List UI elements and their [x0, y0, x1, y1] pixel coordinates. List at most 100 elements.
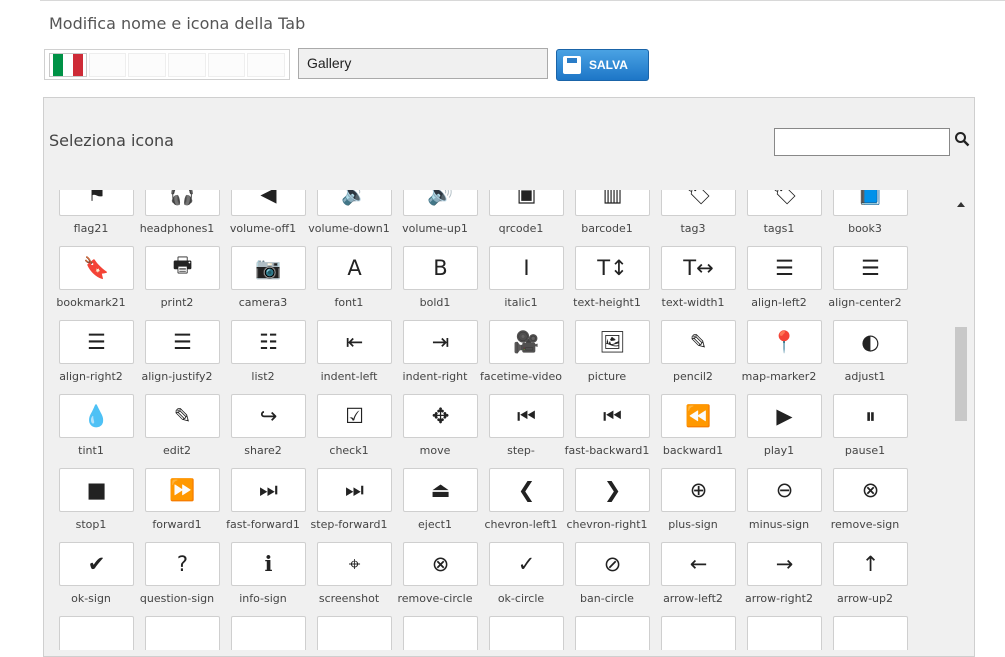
icon-option-partial[interactable]	[833, 616, 908, 650]
tint1-icon[interactable]: 💧	[59, 394, 134, 438]
icon-option-partial[interactable]	[145, 616, 220, 650]
language-slot[interactable]	[207, 53, 246, 77]
chevron-left1-icon[interactable]: ❮	[489, 468, 564, 512]
icon-option[interactable]: ⊘ ban-circle	[560, 542, 650, 616]
icon-option[interactable]: ☑ check1	[302, 394, 392, 468]
align-right2-icon[interactable]: ☰	[59, 320, 134, 364]
arrow-up2-icon[interactable]: ↑	[833, 542, 908, 586]
minus-sign-icon[interactable]: ⊖	[747, 468, 822, 512]
forward1-icon[interactable]: ⏩	[145, 468, 220, 512]
text-height1-icon[interactable]: T↕	[575, 246, 650, 290]
icon-option[interactable]: ⚑ flag21	[44, 190, 134, 246]
plus-sign-icon[interactable]: ⊕	[661, 468, 736, 512]
scroll-up-arrow-icon[interactable]	[957, 202, 965, 207]
icon-option-partial[interactable]	[59, 616, 134, 650]
icon-option[interactable]: ▶ play1	[732, 394, 822, 468]
align-center2-icon[interactable]: ☰	[833, 246, 908, 290]
icon-option[interactable]: ⏪ backward1	[646, 394, 736, 468]
fast-backward1-icon[interactable]: ⏮	[575, 394, 650, 438]
language-slot[interactable]	[128, 53, 167, 77]
icon-option[interactable]: ✓ ok-circle	[474, 542, 564, 616]
icon-option[interactable]: ■ stop1	[44, 468, 134, 542]
share2-icon[interactable]: ↪	[231, 394, 306, 438]
icon-option[interactable]: Bbold1	[388, 246, 478, 320]
info-sign-icon[interactable]: ℹ	[231, 542, 306, 586]
scrollbar-thumb[interactable]	[955, 327, 967, 421]
flag21-icon[interactable]: ⚑	[59, 190, 134, 216]
volume-down1-icon[interactable]: 🔉	[317, 190, 392, 216]
icon-option[interactable]: ◀ volume-off1	[216, 190, 306, 246]
icon-option[interactable]: ⏩ forward1	[130, 468, 220, 542]
bookmark21-icon[interactable]: 🔖	[59, 246, 134, 290]
indent-left-icon[interactable]: ⇤	[317, 320, 392, 364]
stop1-icon[interactable]: ■	[59, 468, 134, 512]
icon-option[interactable]: ✎ edit2	[130, 394, 220, 468]
icon-option[interactable]: ⌖ screenshot	[302, 542, 392, 616]
icon-option[interactable]: ◐ adjust1	[818, 320, 908, 394]
ok-sign-icon[interactable]: ✔	[59, 542, 134, 586]
language-it[interactable]	[49, 53, 87, 77]
arrow-left2-icon[interactable]: ←	[661, 542, 736, 586]
screenshot-icon[interactable]: ⌖	[317, 542, 392, 586]
icon-option[interactable]: ? question-sign	[130, 542, 220, 616]
icon-option-partial[interactable]	[317, 616, 392, 650]
icon-option[interactable]: ✥ move	[388, 394, 478, 468]
chevron-right1-icon[interactable]: ❯	[575, 468, 650, 512]
icon-option[interactable]: ⏸ pause1	[818, 394, 908, 468]
icon-option[interactable]: ↑ arrow-up2	[818, 542, 908, 616]
icon-option[interactable]: ↪ share2	[216, 394, 306, 468]
icon-option[interactable]: 🖼 picture	[560, 320, 650, 394]
question-sign-icon[interactable]: ?	[145, 542, 220, 586]
print2-icon[interactable]: 🖶	[145, 246, 220, 290]
search-icon[interactable]	[954, 131, 970, 151]
icon-option[interactable]: ⇤ indent-left	[302, 320, 392, 394]
icon-option[interactable]: ⏏ eject1	[388, 468, 478, 542]
tab-name-input[interactable]: Gallery	[298, 48, 548, 79]
ban-circle-icon[interactable]: ⊘	[575, 542, 650, 586]
icon-option[interactable]: 📘 book3	[818, 190, 908, 246]
icon-option[interactable]: 🎥 facetime-video	[474, 320, 564, 394]
tag3-icon[interactable]: 🏷	[661, 190, 736, 216]
text-width1-icon[interactable]: T↔	[661, 246, 736, 290]
icon-option[interactable]: 🔉 volume-down1	[302, 190, 392, 246]
tags1-icon[interactable]: 🏷	[747, 190, 822, 216]
icon-option[interactable]: ▣ qrcode1	[474, 190, 564, 246]
pause1-icon[interactable]: ⏸	[833, 394, 908, 438]
font1-icon[interactable]: A	[317, 246, 392, 290]
icon-search-input[interactable]	[774, 128, 950, 156]
picture-icon[interactable]: 🖼	[575, 320, 650, 364]
edit2-icon[interactable]: ✎	[145, 394, 220, 438]
icon-option[interactable]: ☰ align-center2	[818, 246, 908, 320]
remove-circle-icon[interactable]: ⊗	[403, 542, 478, 586]
adjust1-icon[interactable]: ◐	[833, 320, 908, 364]
backward1-icon[interactable]: ⏪	[661, 394, 736, 438]
indent-right-icon[interactable]: ⇥	[403, 320, 478, 364]
icon-option[interactable]: ☰ align-justify2	[130, 320, 220, 394]
remove-sign-icon[interactable]: ⊗	[833, 468, 908, 512]
language-slot[interactable]	[247, 53, 286, 77]
qrcode1-icon[interactable]: ▣	[489, 190, 564, 216]
icon-option[interactable]: ⏮ fast-backward1	[560, 394, 650, 468]
icon-option[interactable]: ⇥ indent-right	[388, 320, 478, 394]
play1-icon[interactable]: ▶	[747, 394, 822, 438]
icon-option[interactable]: ⊖ minus-sign	[732, 468, 822, 542]
icon-option[interactable]: T↕ text-height1	[560, 246, 650, 320]
icon-option[interactable]: ☰ align-left2	[732, 246, 822, 320]
step--icon[interactable]: ⏮	[489, 394, 564, 438]
italic1-icon[interactable]: I	[489, 246, 564, 290]
language-slot[interactable]	[88, 53, 127, 77]
align-justify2-icon[interactable]: ☰	[145, 320, 220, 364]
language-slot[interactable]	[168, 53, 206, 77]
icon-option-partial[interactable]	[231, 616, 306, 650]
language-selector[interactable]	[44, 49, 290, 80]
icon-option[interactable]: 📍 map-marker2	[732, 320, 822, 394]
icon-option[interactable]: ✔ ok-sign	[44, 542, 134, 616]
icon-option[interactable]: Iitalic1	[474, 246, 564, 320]
icon-option[interactable]: ⏮ step-	[474, 394, 564, 468]
icon-option-partial[interactable]	[403, 616, 478, 650]
icon-option[interactable]: ▥ barcode1	[560, 190, 650, 246]
icon-option[interactable]: 🏷 tags1	[732, 190, 822, 246]
facetime-video-icon[interactable]: 🎥	[489, 320, 564, 364]
icon-option[interactable]: → arrow-right2	[732, 542, 822, 616]
icon-option-partial[interactable]	[661, 616, 736, 650]
